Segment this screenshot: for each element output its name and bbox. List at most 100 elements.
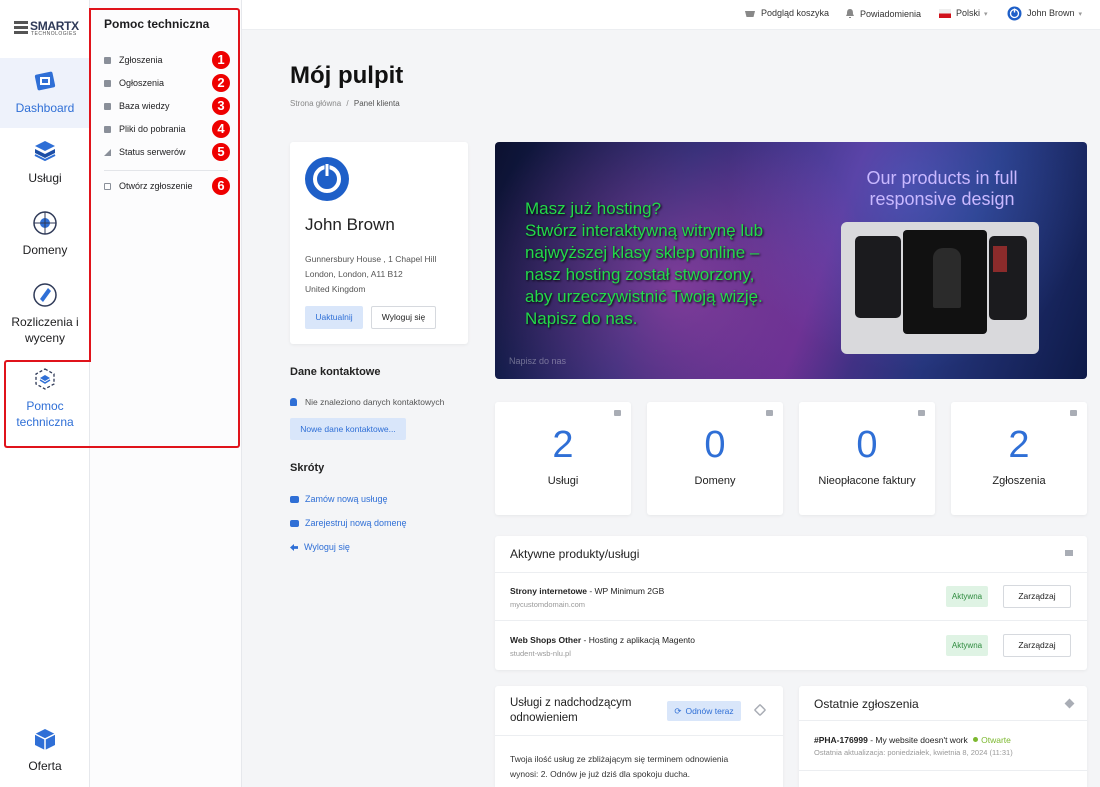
breadcrumb-home[interactable]: Strona główna — [290, 99, 341, 108]
banner-line: Stwórz interaktywną witrynę lub — [525, 221, 764, 240]
nav-services-label: Usługi — [28, 171, 62, 185]
logo-subtext: TECHNOLOGIES — [31, 31, 77, 37]
renewals-heading: Usługi z nadchodzącym odnowieniem — [510, 696, 631, 726]
top-bar: Podgląd koszyka Powiadomienia Polski ▾ Jo… — [242, 0, 1100, 30]
banner-watermark: Napisz do nas — [509, 356, 567, 366]
active-products-heading: Aktywne produkty/usługi — [510, 547, 640, 561]
banner-line: aby urzeczywistnić Twoją wizję. — [525, 287, 763, 306]
globe-icon — [33, 211, 57, 235]
profile-card: John Brown Gunnersbury House , 1 Chapel … — [290, 142, 468, 344]
tag-icon — [290, 520, 299, 527]
status-badge: Aktywna — [946, 635, 988, 656]
stat-card-tickets[interactable]: 2 Zgłoszenia — [951, 402, 1087, 515]
renewals-panel: Usługi z nadchodzącym odnowieniem ⟳ Odnów… — [495, 686, 783, 787]
brand-logo[interactable]: SMARTX TECHNOLOGIES — [14, 18, 79, 40]
annotation-highlight-support — [4, 360, 91, 448]
manage-button[interactable]: Zarządzaj — [1003, 585, 1071, 608]
shortcut-logout[interactable]: Wyloguj się — [290, 542, 350, 552]
divider — [799, 770, 1087, 771]
page-title: Mój pulpit — [290, 62, 404, 89]
stat-value: 0 — [856, 424, 878, 466]
renew-now-button[interactable]: ⟳ Odnów teraz — [667, 701, 741, 721]
shortcut-label: Zarejestruj nową domenę — [305, 518, 407, 528]
nav-dashboard-label: Dashboard — [15, 101, 75, 115]
divider — [799, 720, 1087, 721]
user-avatar-icon — [1007, 6, 1022, 21]
renewals-text: Twoja ilość usług ze zbliżającym się ter… — [510, 752, 728, 782]
chevron-down-icon: ▾ — [984, 11, 988, 18]
stat-card-unpaid-invoices[interactable]: 0 Nieopłacone faktury — [799, 402, 935, 515]
profile-address-line: United Kingdom — [305, 284, 366, 294]
new-contact-button[interactable]: Nowe dane kontaktowe... — [290, 418, 406, 440]
language-selector[interactable]: Polski ▾ — [939, 8, 988, 18]
banner-text: Masz już hosting? Stwórz interaktywną wi… — [525, 198, 763, 330]
status-badge: Aktywna — [946, 586, 988, 607]
basket-icon — [290, 496, 299, 503]
nav-services[interactable]: Usługi — [0, 138, 90, 198]
language-label: Polski — [956, 8, 981, 18]
divider — [495, 735, 783, 736]
active-products-panel: Aktywne produkty/usługi Strony interneto… — [495, 536, 1087, 670]
stat-value: 0 — [704, 424, 726, 466]
invoice-icon — [918, 410, 925, 416]
product-row-title[interactable]: Strony internetowe - WP Minimum 2GB — [510, 586, 664, 596]
contacts-empty: Nie znaleziono danych kontaktowych — [290, 397, 444, 407]
breadcrumb-separator: / — [346, 99, 349, 108]
divider — [495, 620, 1087, 621]
notifications-link[interactable]: Powiadomienia — [845, 8, 921, 19]
arrow-left-icon — [290, 544, 298, 551]
shortcut-order-service[interactable]: Zamów nową usługę — [290, 494, 388, 504]
nav-domains[interactable]: Domeny — [0, 210, 90, 270]
stat-card-services[interactable]: 2 Usługi — [495, 402, 631, 515]
promo-banner[interactable]: Masz już hosting? Stwórz interaktywną wi… — [495, 142, 1087, 379]
profile-address-line: London, London, A11 B12 — [305, 269, 403, 279]
renew-now-label: Odnów teraz — [685, 706, 734, 716]
services-icon — [34, 141, 56, 162]
annotation-highlight-submenu — [89, 8, 240, 448]
stat-label: Domeny — [694, 475, 736, 487]
ticket-id: #PHA-176999 — [814, 735, 868, 745]
product-name: Web Shops Other — [510, 635, 582, 645]
billing-icon — [33, 283, 57, 307]
shortcut-label: Wyloguj się — [304, 542, 350, 552]
user-menu[interactable]: John Brown ▾ — [1007, 6, 1082, 21]
divider — [495, 572, 1087, 573]
shortcut-label: Zamów nową usługę — [305, 494, 388, 504]
person-icon — [290, 398, 297, 406]
ticket-status: Otwarte — [981, 735, 1011, 745]
product-domain: student-wsb-nlu.pl — [510, 649, 571, 658]
logout-button[interactable]: Wyloguj się — [371, 306, 436, 329]
recent-tickets-panel: Ostatnie zgłoszenia #PHA-176999 - My web… — [799, 686, 1087, 787]
product-plan: - WP Minimum 2GB — [586, 586, 665, 596]
manage-button[interactable]: Zarządzaj — [1003, 634, 1071, 657]
nav-billing[interactable]: Rozliczenia i wyceny — [0, 282, 90, 352]
product-name: Strony internetowe — [510, 586, 587, 596]
banner-right-title: Our products in full responsive design — [866, 168, 1018, 209]
update-profile-button[interactable]: Uaktualnij — [305, 306, 363, 329]
product-plan: - Hosting z aplikacją Magento — [581, 635, 696, 645]
ticket-icon — [1070, 410, 1077, 416]
device-mockup-image — [841, 222, 1039, 354]
nav-billing-label-2: wyceny — [24, 331, 65, 345]
product-row-title[interactable]: Web Shops Other - Hosting z aplikacją Ma… — [510, 635, 695, 645]
renewals-text-line: wynosi: 2. Odnów je już dziś dla spokoju… — [510, 769, 691, 779]
user-name: John Brown — [1027, 8, 1075, 18]
phone-mockup — [989, 236, 1027, 320]
ticket-row[interactable]: #PHA-176999 - My website doesn't work Ot… — [814, 735, 1011, 745]
phone-mockup — [855, 236, 901, 318]
status-dot-icon — [973, 737, 979, 742]
nav-offer[interactable]: Oferta — [0, 726, 90, 780]
stat-card-domains[interactable]: 0 Domeny — [647, 402, 783, 515]
nav-dashboard[interactable]: Dashboard — [0, 58, 90, 128]
banner-line: Masz już hosting? — [525, 199, 662, 218]
server-icon — [614, 410, 621, 416]
dashboard-icon — [34, 71, 56, 91]
nav-billing-label-1: Rozliczenia i — [11, 315, 79, 329]
recent-tickets-heading: Ostatnie zgłoszenia — [814, 697, 919, 711]
stat-label: Zgłoszenia — [992, 475, 1046, 487]
nav-domains-label: Domeny — [22, 243, 68, 257]
stat-value: 2 — [552, 424, 574, 466]
offer-box-icon — [34, 729, 56, 750]
shortcut-register-domain[interactable]: Zarejestruj nową domenę — [290, 518, 407, 528]
cart-preview-link[interactable]: Podgląd koszyka — [744, 8, 829, 18]
